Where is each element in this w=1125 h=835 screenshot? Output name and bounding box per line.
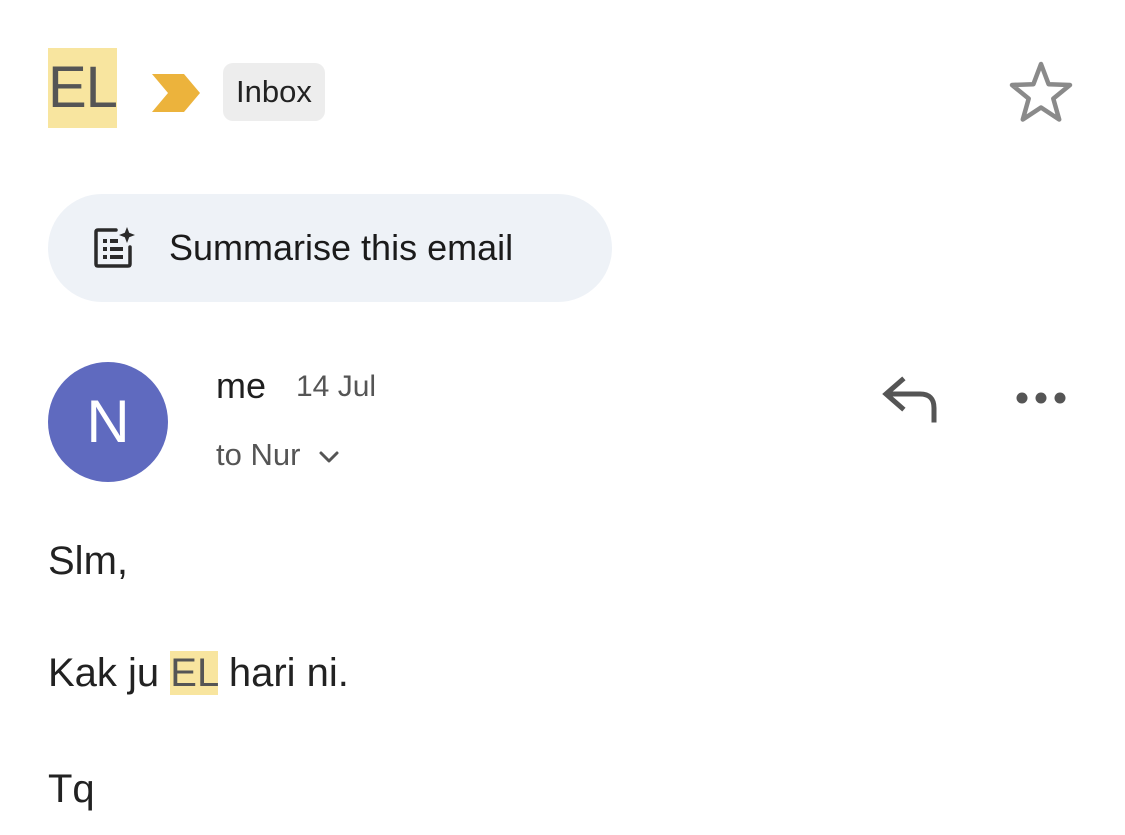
body-text-after: hari ni. (217, 651, 349, 695)
message-date: 14 Jul (296, 370, 377, 403)
sender-avatar[interactable]: N (48, 362, 168, 482)
label-chip-inbox[interactable]: Inbox (223, 63, 325, 121)
recipients-label: to Nur (216, 437, 301, 472)
star-outline-icon[interactable] (1006, 58, 1076, 124)
email-subject: EL (48, 48, 118, 128)
importance-marker-icon[interactable] (150, 72, 202, 114)
chevron-down-icon (319, 451, 339, 463)
recipients-toggle[interactable]: to Nur (216, 432, 341, 478)
summarise-email-button[interactable]: Summarise this email (48, 194, 612, 302)
summarise-sparkle-icon (94, 227, 135, 268)
search-highlight: EL (170, 651, 218, 695)
body-text-before: Kak ju (48, 651, 171, 695)
reply-icon[interactable] (878, 370, 942, 428)
message-body-signoff: Tq (48, 767, 95, 811)
summarise-button-label: Summarise this email (169, 227, 514, 268)
message-body-line: Kak ju EL hari ni. (48, 645, 349, 701)
more-horizontal-icon[interactable] (1012, 384, 1070, 412)
message-body-greeting: Slm, (48, 539, 128, 583)
sender-name: me (216, 365, 267, 406)
